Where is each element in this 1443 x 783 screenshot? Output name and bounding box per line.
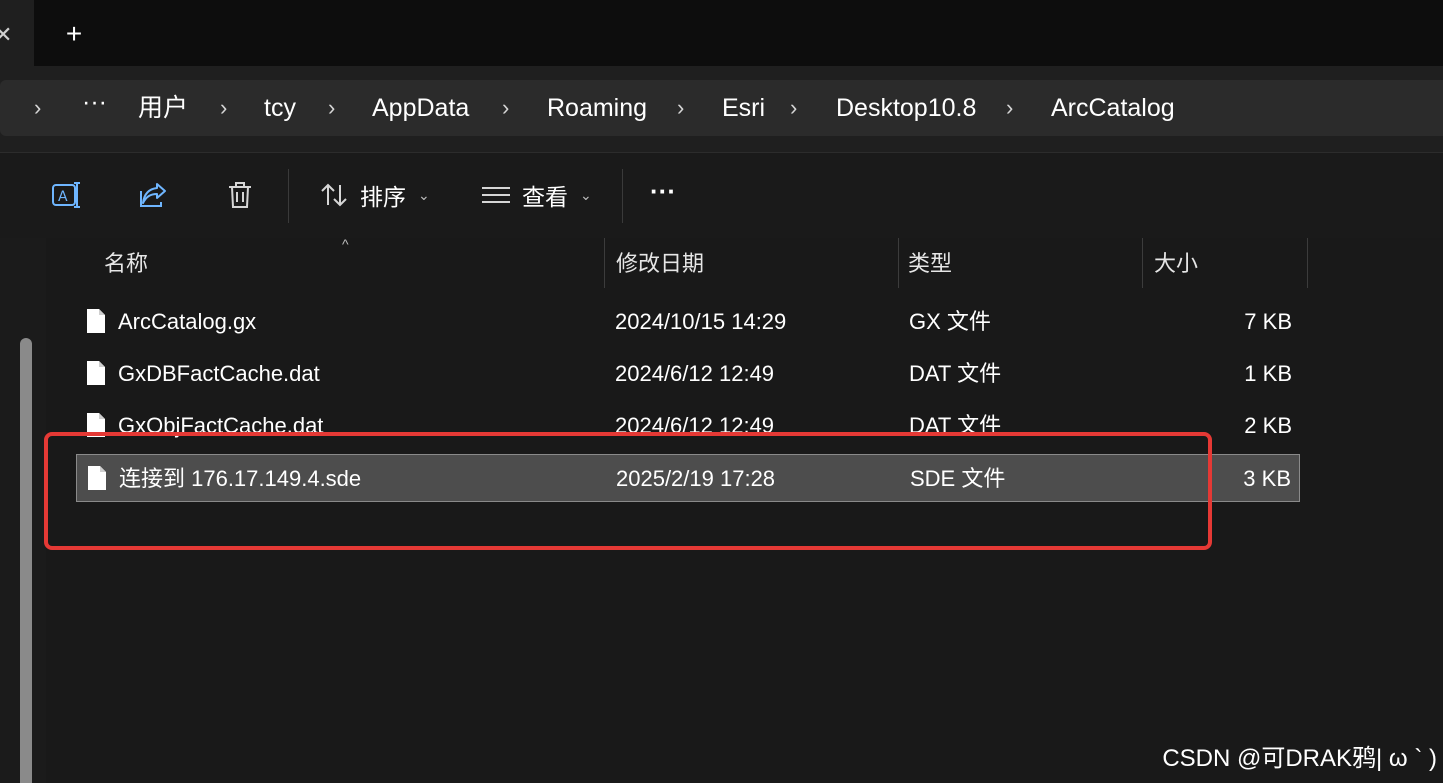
toolbar-divider bbox=[622, 169, 623, 223]
chevron-down-icon: ⌄ bbox=[580, 186, 592, 203]
breadcrumb-separator-icon[interactable]: › bbox=[220, 80, 227, 136]
close-tab-icon[interactable]: ✕ bbox=[0, 22, 12, 48]
command-bar: A 排序 ⌄ 查看 ⌄ ··· bbox=[0, 152, 1443, 240]
file-name: GxDBFactCache.dat bbox=[118, 361, 320, 386]
tab-bar: ✕ + bbox=[0, 0, 1443, 66]
file-icon bbox=[87, 309, 105, 333]
column-header-name[interactable]: 名称 bbox=[104, 238, 148, 288]
chevron-down-icon: ⌄ bbox=[418, 186, 430, 203]
address-bar: › ··· 用户 › tcy › AppData › Roaming › Esr… bbox=[0, 66, 1443, 152]
breadcrumb-separator-icon[interactable]: › bbox=[677, 80, 684, 136]
rename-icon[interactable]: A bbox=[50, 179, 82, 211]
breadcrumb[interactable]: › ··· 用户 › tcy › AppData › Roaming › Esr… bbox=[0, 80, 1443, 136]
column-divider[interactable] bbox=[1307, 238, 1308, 288]
file-row[interactable]: GxDBFactCache.dat 2024/6/12 12:49 DAT 文件… bbox=[76, 350, 1300, 398]
breadcrumb-separator-icon[interactable]: › bbox=[1006, 80, 1013, 136]
breadcrumb-item-tcy[interactable]: tcy bbox=[264, 80, 296, 136]
file-icon bbox=[87, 361, 105, 385]
nav-scrollbar[interactable] bbox=[20, 338, 32, 783]
file-modified: 2024/6/12 12:49 bbox=[615, 361, 775, 386]
breadcrumb-item-appdata[interactable]: AppData bbox=[372, 80, 469, 136]
svg-text:A: A bbox=[58, 189, 68, 205]
file-size: 7 KB bbox=[1244, 309, 1292, 334]
column-header-type[interactable]: 类型 bbox=[908, 238, 952, 288]
watermark: CSDN @可DRAK鸦| ω ` ) bbox=[1162, 745, 1437, 772]
column-divider[interactable] bbox=[1142, 238, 1143, 288]
column-header-modified[interactable]: 修改日期 bbox=[616, 238, 704, 288]
breadcrumb-separator-icon[interactable]: › bbox=[34, 80, 41, 136]
breadcrumb-item-arccatalog[interactable]: ArcCatalog bbox=[1051, 80, 1175, 136]
toolbar-divider bbox=[288, 169, 289, 223]
breadcrumb-overflow-button[interactable]: ··· bbox=[82, 74, 107, 130]
file-type: DAT 文件 bbox=[909, 361, 1002, 386]
sort-button[interactable]: 排序 ⌄ bbox=[318, 175, 430, 215]
file-modified: 2024/10/15 14:29 bbox=[615, 309, 787, 334]
more-options-button[interactable]: ··· bbox=[650, 171, 676, 211]
file-size: 3 KB bbox=[1243, 466, 1291, 491]
breadcrumb-item-desktop[interactable]: Desktop10.8 bbox=[836, 80, 976, 136]
sort-ascending-icon: ^ bbox=[342, 236, 349, 252]
column-divider[interactable] bbox=[898, 238, 899, 288]
active-tab[interactable]: ✕ bbox=[0, 0, 34, 66]
breadcrumb-separator-icon[interactable]: › bbox=[502, 80, 509, 136]
sort-label: 排序 bbox=[360, 184, 406, 210]
file-row[interactable]: ArcCatalog.gx 2024/10/15 14:29 GX 文件 7 K… bbox=[76, 298, 1300, 346]
file-type: GX 文件 bbox=[909, 309, 991, 334]
highlight-annotation-box bbox=[44, 432, 1212, 550]
view-icon bbox=[482, 187, 510, 203]
delete-icon[interactable] bbox=[224, 179, 256, 211]
sort-icon bbox=[321, 183, 347, 207]
breadcrumb-separator-icon[interactable]: › bbox=[790, 80, 797, 136]
view-button[interactable]: 查看 ⌄ bbox=[480, 175, 592, 215]
file-name: ArcCatalog.gx bbox=[118, 309, 257, 334]
column-header-size[interactable]: 大小 bbox=[1154, 238, 1198, 288]
file-size: 1 KB bbox=[1244, 361, 1292, 386]
breadcrumb-item-users[interactable]: 用户 bbox=[138, 80, 188, 136]
breadcrumb-separator-icon[interactable]: › bbox=[328, 80, 335, 136]
breadcrumb-item-esri[interactable]: Esri bbox=[722, 80, 765, 136]
breadcrumb-item-roaming[interactable]: Roaming bbox=[547, 80, 647, 136]
share-icon[interactable] bbox=[137, 179, 169, 211]
view-label: 查看 bbox=[522, 184, 568, 210]
file-size: 2 KB bbox=[1244, 413, 1292, 438]
new-tab-button[interactable]: + bbox=[60, 20, 88, 48]
column-divider[interactable] bbox=[604, 238, 605, 288]
